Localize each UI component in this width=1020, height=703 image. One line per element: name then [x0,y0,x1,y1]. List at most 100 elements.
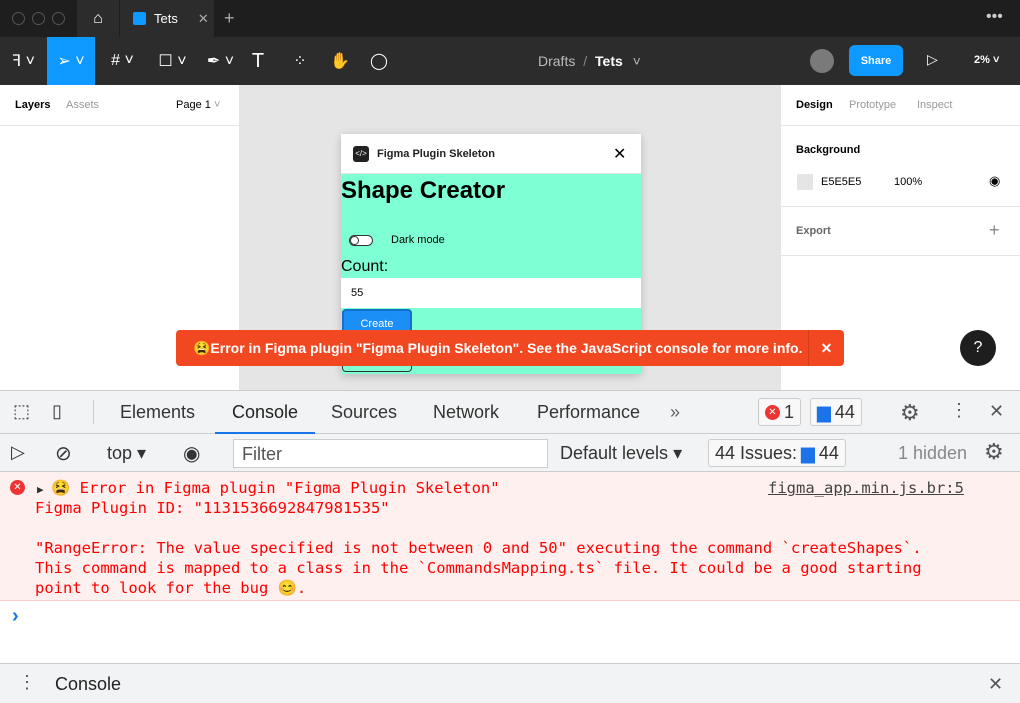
figma-logo-icon: ꟻ ˅ [12,53,35,70]
clear-console-icon[interactable]: ⊘ [55,441,72,466]
error-icon: ✕ [10,480,25,495]
frame-icon: # ˅ [111,52,134,69]
background-swatch[interactable] [797,174,813,190]
page-selector[interactable]: Page 1 ˅ [176,99,220,111]
count-label: Count: [341,258,389,275]
devtools-panel: ⬚ ▯ Elements Console Sources Network Per… [0,390,1020,703]
avatar[interactable] [810,49,834,73]
home-icon: ⌂ [93,9,103,27]
plugin-heading: Shape Creator [341,177,506,204]
hand-tool-button[interactable]: ✋ [327,37,353,85]
eye-icon[interactable]: ◉ [989,173,1000,189]
error-line-5: point to look for the bug 😊. [35,579,307,597]
comment-tool-button[interactable]: ◯ [366,37,392,85]
pen-tool-button[interactable]: ✒ ˅ [198,37,243,85]
tab-layers[interactable]: Layers [15,99,50,111]
close-icon[interactable]: ✕ [613,144,626,164]
dark-mode-label: Dark mode [391,234,445,246]
error-icon: ✕ [765,404,780,420]
frame-tool-button[interactable]: # ˅ [100,37,145,85]
export-label: Export [796,225,831,237]
close-devtools-icon[interactable]: ✕ [989,401,1004,422]
close-window-button[interactable] [12,12,25,25]
close-tab-icon[interactable]: ✕ [198,11,209,27]
maximize-window-button[interactable] [52,12,65,25]
more-menu-icon[interactable]: ••• [986,8,1003,26]
count-input[interactable]: 55 [341,278,641,308]
main-menu-button[interactable]: ꟻ ˅ [0,37,47,85]
new-tab-button[interactable]: + [224,8,235,29]
context-selector[interactable]: top ▾ [107,443,146,464]
error-line-4: This command is mapped to a class in the… [35,559,922,577]
live-expression-eye-icon[interactable]: ◉ [183,441,200,466]
present-play-icon[interactable]: ▷ [927,51,938,68]
kebab-menu-icon[interactable]: ⋮ [950,400,968,421]
share-button[interactable]: Share [849,45,903,76]
background-hex[interactable]: E5E5E5 [821,176,861,188]
tab-inspect[interactable]: Inspect [917,99,952,111]
close-drawer-icon[interactable]: ✕ [988,674,1003,695]
log-levels-dropdown[interactable]: Default levels ▾ [560,443,682,464]
background-opacity[interactable]: 100% [894,176,922,188]
error-count-badge[interactable]: ✕ 1 [758,398,802,426]
move-tool-button[interactable]: ➢ ˅ [47,37,95,85]
tab-performance[interactable]: Performance [537,402,640,423]
message-count-badge[interactable]: ▆ 44 [810,398,862,426]
tab-prototype[interactable]: Prototype [849,99,896,111]
tab-design[interactable]: Design [796,99,833,111]
settings-gear-icon[interactable]: ⚙ [900,400,920,426]
file-name[interactable]: Tets [595,53,623,69]
error-line-2: Figma Plugin ID: "1131536692847981535" [35,499,390,517]
toolbar: ꟻ ˅ ➢ ˅ # ˅ ☐ ˅ ✒ ˅ T ⁘ ✋ ◯ Drafts / Tet… [0,37,1020,85]
tab-elements[interactable]: Elements [120,402,195,423]
comment-icon: ◯ [370,53,388,70]
message-icon: ▆ [817,401,831,422]
breadcrumb: Drafts / Tets ˅ [538,53,641,69]
sidebar-toggle-icon[interactable]: ▷ [11,442,25,463]
issues-button[interactable]: 44 Issues: ▆ 44 [708,439,846,467]
console-error-message: ✕ ▶ 😫 Error in Figma plugin "Figma Plugi… [0,472,1020,601]
shape-tool-button[interactable]: ☐ ˅ [150,37,195,85]
drawer-menu-icon[interactable]: ⋮ [18,672,36,693]
text-icon: T [251,49,265,72]
components-icon: ⁘ [293,53,307,70]
dark-mode-toggle[interactable] [349,235,373,246]
home-tab[interactable]: ⌂ [77,0,119,37]
background-label: Background [796,144,861,156]
file-tab[interactable]: Tets ✕ [119,0,214,37]
tab-assets[interactable]: Assets [66,99,99,111]
error-line-1: 😫 Error in Figma plugin "Figma Plugin Sk… [51,479,500,497]
error-source-link[interactable]: figma_app.min.js.br:5 [768,478,964,498]
more-tabs-icon[interactable]: » [670,402,680,423]
chevron-down-icon[interactable]: ˅ [633,53,641,69]
resources-button[interactable]: ⁘ [287,37,313,85]
breadcrumb-drafts[interactable]: Drafts [538,53,575,69]
figma-file-icon [133,12,146,25]
text-tool-button[interactable]: T [245,37,271,85]
drawer-tab-console[interactable]: Console [55,674,121,695]
device-toolbar-icon[interactable]: ▯ [52,401,62,422]
add-export-icon[interactable]: + [989,220,1000,241]
error-toast: 😫Error in Figma plugin "Figma Plugin Ske… [176,330,844,366]
filter-input[interactable]: Filter [233,439,548,468]
rectangle-icon: ☐ ˅ [158,53,187,70]
tab-sources[interactable]: Sources [331,402,397,423]
code-icon: </> [353,146,369,162]
breadcrumb-separator: / [583,53,588,69]
tab-console[interactable]: Console [215,391,315,434]
help-button[interactable]: ? [960,330,996,366]
file-tab-label: Tets [154,11,178,26]
minimize-window-button[interactable] [32,12,45,25]
error-line-3: "RangeError: The value specified is not … [35,539,922,557]
console-toolbar: ▷ ⊘ top ▾ ◉ Filter Default levels ▾ 44 I… [0,434,1020,472]
tab-network[interactable]: Network [433,402,499,423]
devtools-tabbar: ⬚ ▯ Elements Console Sources Network Per… [0,391,1020,434]
cursor-icon: ➢ ˅ [57,53,85,70]
console-prompt[interactable]: › [12,605,19,628]
inspect-element-icon[interactable]: ⬚ [13,401,30,422]
hidden-count: 1 hidden [898,443,968,463]
zoom-menu[interactable]: 2% ˅ [974,54,999,66]
console-settings-icon[interactable]: ⚙ [984,439,1004,465]
toast-close-icon[interactable]: ✕ [808,330,844,366]
expand-triangle-icon[interactable]: ▶ [37,480,44,500]
